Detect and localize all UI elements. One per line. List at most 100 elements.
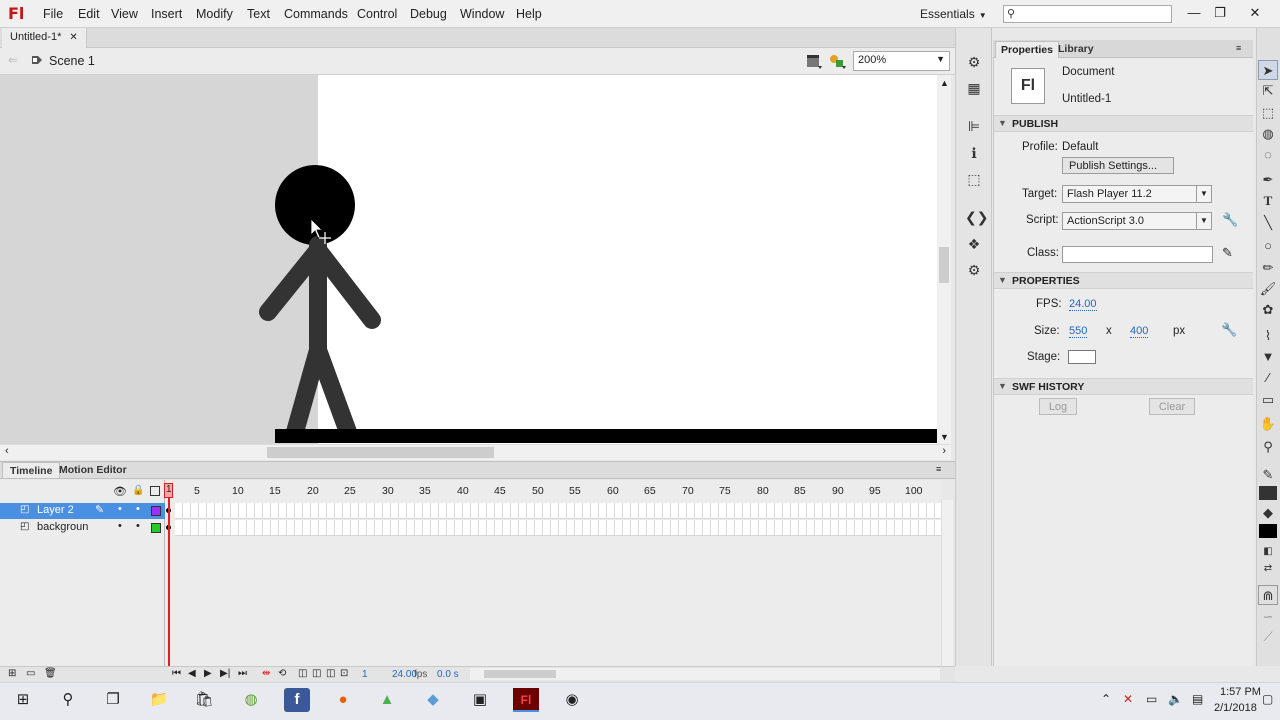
- search-input[interactable]: ⚲: [1003, 5, 1172, 23]
- paint-bucket-tool-icon[interactable]: ▼: [1258, 347, 1278, 367]
- lock-dot[interactable]: •: [136, 503, 140, 515]
- volume-icon[interactable]: 🔈: [1168, 692, 1183, 706]
- network-status-icon[interactable]: ✕: [1123, 692, 1133, 706]
- tab-properties[interactable]: Properties: [995, 41, 1059, 58]
- clear-button[interactable]: Clear: [1149, 398, 1195, 415]
- hand-tool-icon[interactable]: ✋: [1258, 414, 1278, 434]
- frame-row[interactable]: [175, 520, 941, 536]
- collapse-triangle-icon[interactable]: ▼: [998, 381, 1007, 391]
- zoom-tool-icon[interactable]: ⚲: [1258, 437, 1278, 457]
- obs-icon[interactable]: ◉: [559, 688, 585, 712]
- app-leaf-icon[interactable]: ▲: [374, 688, 400, 712]
- text-tool-icon[interactable]: T: [1258, 191, 1278, 211]
- motion-presets-icon[interactable]: ⚙: [965, 53, 983, 71]
- smooth-icon[interactable]: ∽: [1258, 607, 1278, 627]
- windows-start-icon[interactable]: ⊞: [10, 688, 36, 712]
- visibility-dot[interactable]: •: [118, 520, 122, 532]
- tab-motion-editor[interactable]: Motion Editor: [52, 462, 134, 478]
- components-icon[interactable]: ❖: [965, 235, 983, 253]
- selection-tool-icon[interactable]: ➤: [1258, 60, 1278, 80]
- wrench-icon[interactable]: 🔧: [1222, 212, 1238, 228]
- clock-time[interactable]: 1:57 PM: [1220, 686, 1261, 698]
- scrollbar-thumb[interactable]: [939, 247, 949, 283]
- layer-row[interactable]: ◰ Layer 2 ✎ • •: [0, 503, 165, 519]
- elapsed-time-value[interactable]: 0.0 s: [437, 669, 459, 680]
- panel-menu-icon[interactable]: ≡: [1236, 43, 1241, 53]
- subselection-tool-icon[interactable]: ⇱: [1258, 81, 1278, 101]
- current-frame-value[interactable]: 1: [362, 669, 368, 680]
- step-forward-icon[interactable]: ▶|: [220, 668, 230, 679]
- menu-insert[interactable]: Insert: [151, 7, 182, 21]
- search-icon[interactable]: ⚲: [55, 688, 81, 712]
- menu-file[interactable]: File: [43, 7, 63, 21]
- layer-name[interactable]: Layer 2: [37, 504, 74, 516]
- close-icon[interactable]: ✕: [69, 32, 77, 43]
- facebook-icon[interactable]: f: [284, 688, 310, 712]
- layer-color-swatch[interactable]: [151, 523, 161, 533]
- file-explorer-icon[interactable]: 📁: [146, 688, 172, 712]
- pen-tool-icon[interactable]: ✒: [1258, 170, 1278, 190]
- log-button[interactable]: Log: [1039, 398, 1077, 415]
- class-input[interactable]: [1062, 246, 1213, 263]
- delete-layer-icon[interactable]: 🗑: [44, 668, 57, 679]
- layer-color-swatch[interactable]: [151, 506, 161, 516]
- menu-commands[interactable]: Commands: [284, 7, 348, 21]
- edit-symbol-icon[interactable]: [829, 53, 847, 70]
- go-to-first-frame-icon[interactable]: ⏮: [172, 668, 181, 679]
- timeline-vertical-scrollbar[interactable]: [941, 500, 953, 666]
- stage-color-swatch[interactable]: [1068, 350, 1096, 364]
- restore-button[interactable]: ❐: [1208, 3, 1232, 23]
- frame-row[interactable]: [175, 503, 941, 519]
- wrench-icon[interactable]: 🔧: [1221, 322, 1237, 338]
- info-icon[interactable]: ℹ: [965, 144, 983, 162]
- store-icon[interactable]: 🛍: [191, 688, 217, 712]
- firefox-icon[interactable]: ●: [330, 688, 356, 712]
- properties-section-header[interactable]: ▼ PROPERTIES: [994, 272, 1253, 289]
- onion-skin-icon[interactable]: ◫: [298, 668, 307, 679]
- flash-app-icon[interactable]: Fl: [513, 688, 539, 712]
- free-transform-tool-icon[interactable]: ⬚: [1258, 103, 1278, 123]
- edit-scene-icon[interactable]: [805, 53, 823, 70]
- fill-color-bucket-icon[interactable]: ◆: [1258, 503, 1278, 523]
- scrollbar-thumb[interactable]: [484, 670, 556, 678]
- straighten-icon[interactable]: ⟋: [1258, 627, 1278, 647]
- new-folder-icon[interactable]: ▭: [26, 668, 35, 679]
- scroll-left-icon[interactable]: ‹: [5, 445, 9, 457]
- menu-edit[interactable]: Edit: [78, 7, 100, 21]
- ground-shape[interactable]: [275, 429, 937, 443]
- play-icon[interactable]: ▶: [204, 668, 212, 679]
- publish-settings-button[interactable]: Publish Settings...: [1062, 157, 1174, 174]
- component-inspector-icon[interactable]: ⚙: [965, 261, 983, 279]
- app-blue-icon[interactable]: ◆: [420, 688, 446, 712]
- document-tab[interactable]: Untitled-1* ✕: [2, 28, 87, 48]
- collapse-triangle-icon[interactable]: ▼: [998, 118, 1007, 128]
- actions-icon[interactable]: ❮❯: [965, 208, 988, 226]
- eyedropper-tool-icon[interactable]: ⁄: [1258, 368, 1278, 388]
- swap-colors-icon[interactable]: ⇄: [1258, 559, 1278, 579]
- lock-dot[interactable]: •: [136, 520, 140, 532]
- deco-tool-icon[interactable]: ✿: [1258, 300, 1278, 320]
- edit-multiple-frames-icon[interactable]: ◫: [326, 668, 335, 679]
- eraser-tool-icon[interactable]: ▭: [1258, 390, 1278, 410]
- fps-value[interactable]: 24.00: [1069, 298, 1097, 311]
- menu-text[interactable]: Text: [247, 7, 270, 21]
- script-select[interactable]: ActionScript 3.0 ▼: [1062, 212, 1212, 230]
- tray-chevron-icon[interactable]: ⌃: [1101, 692, 1111, 706]
- back-arrow-icon[interactable]: ⇐: [8, 53, 18, 67]
- scroll-down-icon[interactable]: ▼: [940, 432, 949, 442]
- go-to-last-frame-icon[interactable]: ⏭: [238, 668, 247, 679]
- brush-tool-icon[interactable]: 🖌: [1258, 279, 1278, 299]
- stage-pasteboard[interactable]: [0, 75, 937, 444]
- layer-name[interactable]: backgroun: [37, 521, 88, 533]
- panel-menu-icon[interactable]: ≡: [936, 464, 941, 474]
- menu-help[interactable]: Help: [516, 7, 542, 21]
- visibility-dot[interactable]: •: [118, 503, 122, 515]
- 3d-rotation-tool-icon[interactable]: ◍: [1258, 124, 1278, 144]
- minimize-button[interactable]: —: [1182, 3, 1206, 23]
- target-select[interactable]: Flash Player 11.2 ▼: [1062, 185, 1212, 203]
- modify-markers-icon[interactable]: ⊡: [340, 668, 348, 679]
- clock-date[interactable]: 2/1/2018: [1214, 702, 1257, 714]
- color-swatches-icon[interactable]: ▦: [965, 79, 983, 97]
- line-tool-icon[interactable]: ╲: [1258, 213, 1278, 233]
- stage-horizontal-scrollbar[interactable]: ‹ ›: [0, 444, 951, 460]
